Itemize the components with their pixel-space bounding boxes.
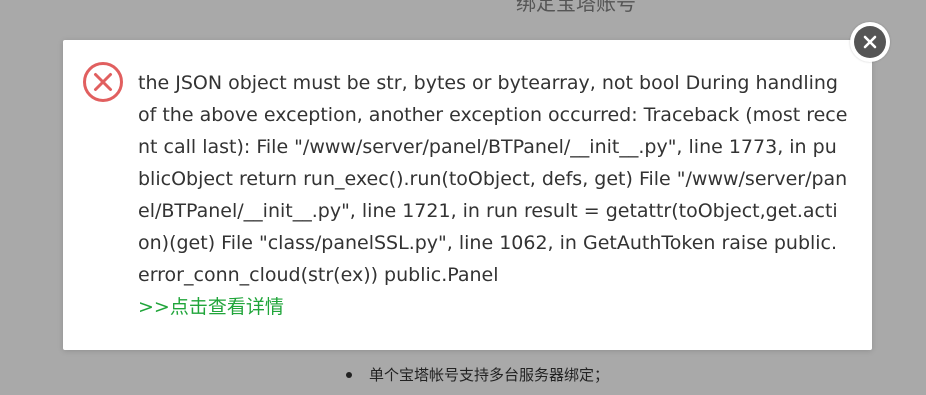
error-dialog: the JSON object must be str, bytes or by… [63, 40, 872, 350]
close-icon [854, 26, 886, 58]
error-x-circle-icon [82, 61, 124, 103]
background-bullet-item: 单个宝塔帐号支持多台服务器绑定； [346, 364, 609, 385]
view-details-link[interactable]: >>点击查看详情 [138, 291, 848, 323]
bullet-dot [346, 371, 352, 378]
background-title: 绑定宝塔账号 [516, 0, 636, 15]
error-message: the JSON object must be str, bytes or by… [138, 67, 848, 323]
bullet-text: 单个宝塔帐号支持多台服务器绑定； [369, 366, 610, 384]
close-button[interactable] [850, 22, 890, 62]
error-message-text: the JSON object must be str, bytes or by… [138, 72, 848, 286]
